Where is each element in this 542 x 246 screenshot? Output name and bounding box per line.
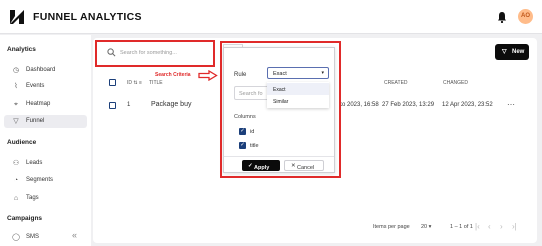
sidebar-item-label: Funnel [26, 118, 45, 124]
users-icon: ⚇ [12, 160, 20, 167]
sidebar-item-label: Segments [26, 177, 54, 183]
app-title: FUNNEL ANALYTICS [33, 11, 142, 23]
sidebar-item-label: Heatmap [26, 101, 51, 107]
dashboard-icon: ◷ [12, 67, 20, 74]
sidebar: Analytics ◷ Dashboard ⌇ Events ⌖ Heatmap… [0, 35, 91, 246]
sidebar-item-label: SMS [26, 234, 40, 240]
line-chart-icon: ⌇ [14, 83, 18, 90]
row-checkbox[interactable] [109, 102, 116, 109]
sidebar-item-tags[interactable]: ⌂ Tags [4, 192, 87, 205]
tag-icon: ⌂ [13, 195, 19, 202]
header-changed[interactable]: CHANGED [443, 80, 468, 86]
bell-icon[interactable] [497, 11, 507, 23]
sidebar-item-funnel[interactable]: ▽ Funnel [4, 115, 87, 128]
collapse-sidebar-icon[interactable]: « [72, 230, 77, 240]
header-id[interactable]: ID ⇅ ≡ [127, 80, 142, 86]
items-per-page-label: Items per page [373, 224, 410, 230]
annotation-arrow-icon [198, 70, 218, 81]
next-page-icon[interactable]: › [500, 222, 503, 231]
avatar[interactable]: AO [518, 9, 533, 24]
section-audience: Audience [7, 139, 37, 146]
cell-id: 1 [127, 102, 131, 108]
select-all-checkbox[interactable] [109, 79, 116, 86]
section-analytics: Analytics [7, 46, 36, 53]
filter-popup-highlight-box [220, 41, 341, 178]
sms-icon: ◯ [12, 234, 20, 241]
logo-icon [10, 10, 24, 24]
header-created[interactable]: CREATED [384, 80, 408, 86]
new-button[interactable]: ▽ New [495, 44, 529, 60]
prev-page-icon[interactable]: ‹ [488, 222, 491, 231]
cell-created: 27 Feb 2023, 13:29 [382, 102, 435, 108]
sidebar-item-segments[interactable]: ◔ Segments [4, 174, 87, 187]
page-range: 1 – 1 of 1 [450, 224, 473, 230]
sidebar-item-label: Leads [26, 160, 43, 166]
sidebar-item-events[interactable]: ⌇ Events [4, 80, 87, 93]
sidebar-item-label: Tags [26, 195, 39, 201]
row-more-icon[interactable]: ⋯ [507, 100, 515, 109]
search-criteria-annotation: Search Criteria [155, 72, 191, 78]
per-page-select[interactable]: 20 ▾ [421, 224, 431, 230]
search-highlight-box [95, 40, 215, 67]
header-title[interactable]: TITLE [149, 80, 163, 86]
sidebar-item-label: Dashboard [26, 67, 56, 73]
new-button-label: New [512, 49, 525, 55]
pie-chart-icon: ◔ [13, 177, 19, 184]
top-bar: FUNNEL ANALYTICS AO [0, 0, 542, 34]
pagination: Items per page 20 ▾ 1 – 1 of 1 |‹ ‹ › ›| [373, 222, 533, 234]
cursor-icon: ⌖ [14, 101, 18, 108]
cell-date: ko 2023, 16:58 [339, 102, 379, 108]
sidebar-item-dashboard[interactable]: ◷ Dashboard [4, 64, 87, 77]
sidebar-item-heatmap[interactable]: ⌖ Heatmap [4, 98, 87, 111]
funnel-icon: ▽ [13, 118, 19, 125]
cell-changed: 12 Apr 2023, 23:52 [442, 102, 493, 108]
section-campaigns: Campaigns [7, 215, 43, 222]
last-page-icon[interactable]: ›| [512, 222, 517, 231]
sidebar-item-label: Events [26, 83, 45, 89]
sidebar-item-leads[interactable]: ⚇ Leads [4, 157, 87, 170]
filter-icon: ▽ [502, 49, 507, 55]
first-page-icon[interactable]: |‹ [475, 222, 480, 231]
cell-title: Package buy [151, 101, 192, 108]
